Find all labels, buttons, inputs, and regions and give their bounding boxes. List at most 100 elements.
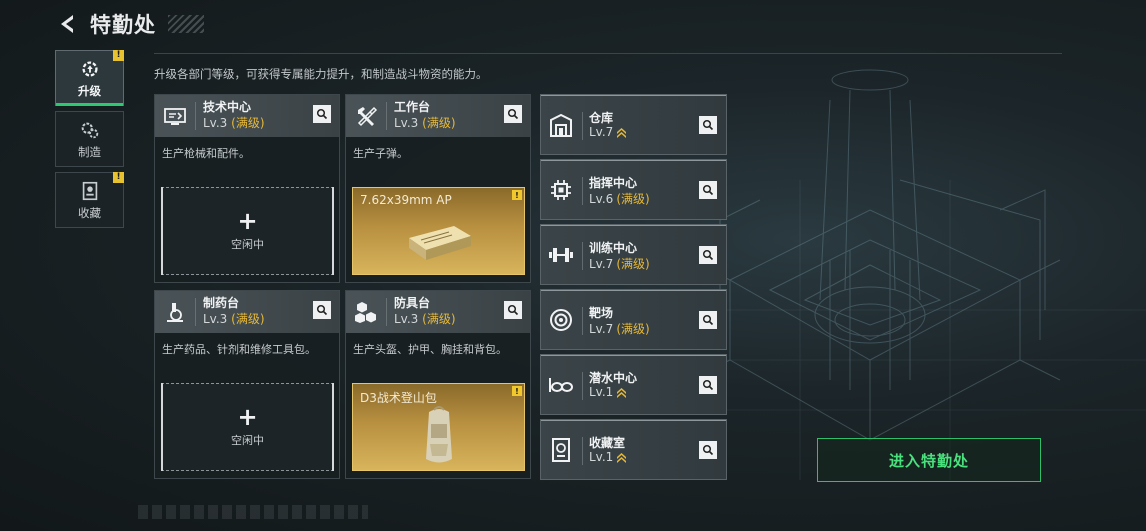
search-icon[interactable] [699,311,717,329]
search-icon[interactable] [699,181,717,199]
workshop-card-armor[interactable]: 防具台 Lv.3 (满级) 生产头盔、护甲、胸挂和背包。 D3战术登山包 ! [345,290,531,479]
product-name: 7.62x39mm AP [360,193,452,207]
nav-label: 收藏 [78,205,101,220]
back-arrow-icon[interactable] [56,12,80,36]
workshop-level: Lv.3 [203,116,228,130]
header-divider [386,298,387,326]
upgrade-gear-icon [81,60,98,77]
nav-label: 制造 [78,144,101,159]
facility-level: Lv.1 [589,450,614,464]
workshop-card-pharmacy[interactable]: 制药台 Lv.3 (满级) 生产药品、针剂和维修工具包。 + 空闲中 [154,290,340,479]
facility-item-collection-room[interactable]: 收藏室 Lv.1 [540,419,727,480]
header-divider [386,102,387,130]
collection-frame-icon [82,181,97,200]
collection-room-icon [545,432,577,468]
facility-item-training-center[interactable]: 训练中心 Lv.7 (满级) [540,224,727,285]
plus-icon: + [237,403,258,431]
facility-item-warehouse[interactable]: 仓库 Lv.7 [540,94,727,155]
facility-divider [582,112,583,140]
microscope-icon [155,291,195,333]
workshop-card-workbench[interactable]: 工作台 Lv.3 (满级) 生产子弹。 7.62x39mm AP ! [345,94,531,283]
max-level-tag: (满级) [231,116,265,130]
facility-name: 潜水中心 [589,371,638,385]
upgrade-chevron-icon [617,388,627,398]
page-description: 升级各部门等级，可获得专属能力提升，和制造战斗物资的能力。 [154,67,488,81]
facility-divider [582,242,583,270]
workshop-name: 制药台 [203,296,240,310]
workshop-description: 生产头盔、护甲、胸挂和背包。 [353,343,507,356]
enter-button-label: 进入特勤处 [888,451,969,470]
card-header: 制药台 Lv.3 (满级) [155,291,339,333]
header-divider [154,53,1062,54]
header-divider [195,298,196,326]
card-header: 工作台 Lv.3 (满级) [346,95,530,137]
workshop-level: Lv.3 [203,312,228,326]
command-chip-icon [545,172,577,208]
dumbbell-icon [545,237,577,273]
workshop-card-tech-center[interactable]: 技术中心 Lv.3 (满级) 生产枪械和配件。 + 空闲中 [154,94,340,283]
header-hatch-decoration [168,15,204,33]
workshop-description: 生产药品、针剂和维修工具包。 [162,343,316,356]
page-header: 特勤处 [56,8,204,40]
search-icon[interactable] [699,246,717,264]
facility-level: Lv.7 [589,256,614,271]
idle-production-slot[interactable]: + 空闲中 [161,187,334,275]
facility-level: Lv.1 [589,385,614,399]
max-level-tag: (满级) [616,322,650,336]
idle-production-slot[interactable]: + 空闲中 [161,383,334,471]
workshop-description: 生产枪械和配件。 [162,147,250,160]
workshop-level: Lv.3 [394,312,419,326]
card-header: 技术中心 Lv.3 (满级) [155,95,339,137]
plus-icon: + [237,207,258,235]
production-slot-ammo[interactable]: 7.62x39mm AP ! [352,187,525,275]
craft-gears-icon [81,122,98,138]
workshop-name: 技术中心 [203,100,252,114]
production-slot-backpack[interactable]: D3战术登山包 ! [352,383,525,471]
max-level-tag: (满级) [422,312,456,326]
card-header: 防具台 Lv.3 (满级) [346,291,530,333]
facility-divider [582,372,583,400]
max-level-tag: (满级) [616,257,650,271]
search-icon[interactable] [699,116,717,134]
workshop-name: 防具台 [394,296,431,310]
target-icon [545,302,577,338]
max-level-tag: (满级) [616,192,650,206]
ammo-box-icon [408,226,471,260]
page-title: 特勤处 [90,13,156,37]
search-icon[interactable] [313,301,331,319]
search-icon[interactable] [699,441,717,459]
facility-name: 指挥中心 [589,176,638,190]
header-divider [195,102,196,130]
search-icon[interactable] [504,105,522,123]
facility-item-shooting-range[interactable]: 靶场 Lv.7 (满级) [540,289,727,350]
facility-divider [582,437,583,465]
max-level-tag: (满级) [231,312,265,326]
facility-name: 靶场 [589,306,614,320]
upgrade-chevron-icon [617,453,627,463]
idle-label: 空闲中 [231,434,264,447]
facility-item-diving-center[interactable]: 潜水中心 Lv.1 [540,354,727,415]
facility-item-command-center[interactable]: 指挥中心 Lv.6 (满级) [540,159,727,220]
bottom-decoration [138,505,368,519]
enter-special-ops-button[interactable]: 进入特勤处 [817,438,1041,482]
nav-item-upgrade[interactable]: 升级 ! [55,50,124,106]
alert-badge: ! [512,190,522,200]
armor-cubes-icon [346,291,386,333]
search-icon[interactable] [504,301,522,319]
workshop-name: 工作台 [394,100,431,114]
facility-divider [582,307,583,335]
alert-badge: ! [113,172,124,183]
facility-level: Lv.7 [589,321,614,336]
alert-badge: ! [113,50,124,61]
max-level-tag: (满级) [422,116,456,130]
search-icon[interactable] [699,376,717,394]
tech-center-icon [155,95,195,137]
warehouse-icon [545,107,577,143]
nav-item-collection[interactable]: 收藏 ! [55,172,124,228]
workshop-level: Lv.3 [394,116,419,130]
facility-name: 收藏室 [589,436,626,450]
alert-badge: ! [512,386,522,396]
nav-item-craft[interactable]: 制造 [55,111,124,167]
hammer-wrench-icon [346,95,386,137]
search-icon[interactable] [313,105,331,123]
